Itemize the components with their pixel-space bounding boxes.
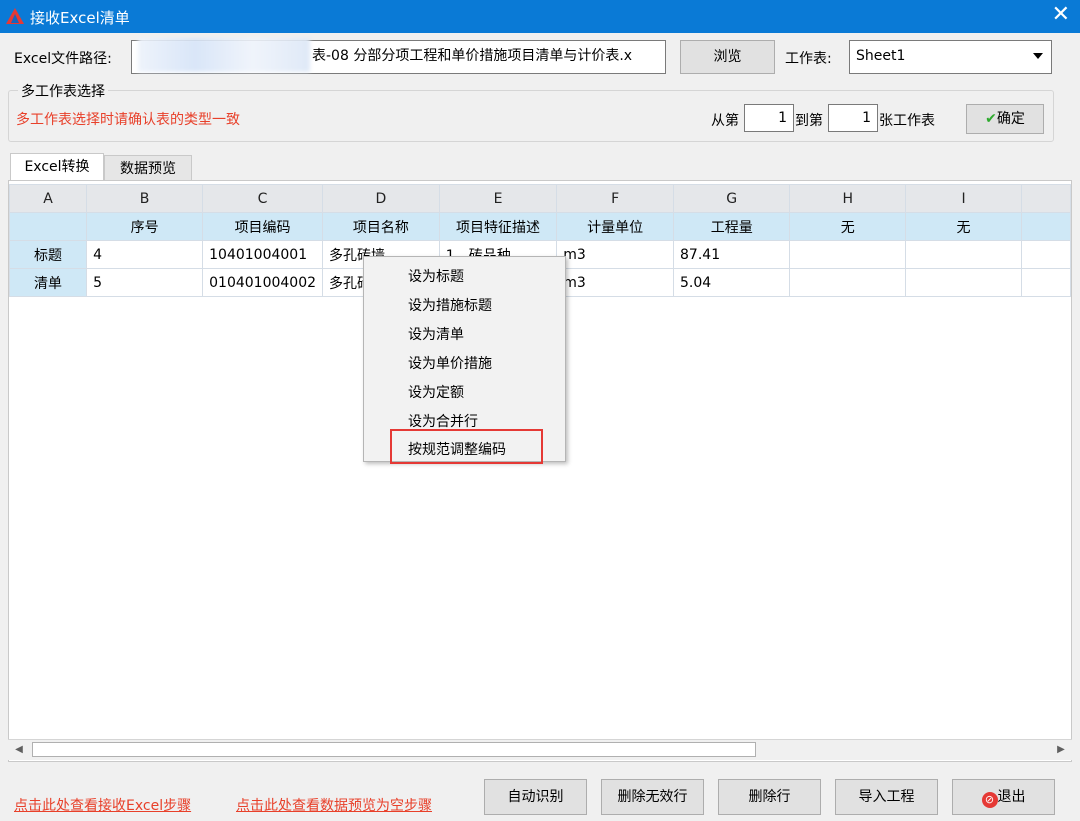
column-header[interactable]: B	[86, 184, 204, 213]
field-header-cell[interactable]: 无	[905, 212, 1022, 241]
column-header[interactable]: H	[789, 184, 907, 213]
field-header-cell[interactable]: 项目特征描述	[438, 212, 558, 241]
scroll-right-icon[interactable]: ▶	[1054, 743, 1068, 757]
checkmark-icon: ✔	[985, 111, 997, 127]
title-bar: 接收Excel清单 ✕	[0, 0, 1080, 33]
column-letter-row: A B C D E F G H I	[8, 184, 1072, 213]
table-cell[interactable]: 5.04	[673, 268, 791, 297]
column-header[interactable]: I	[905, 184, 1022, 213]
sheet-selected-value: Sheet1	[856, 48, 906, 64]
column-header[interactable]: C	[202, 184, 324, 213]
field-header-cell[interactable]: 序号	[86, 212, 204, 241]
table-cell[interactable]: 10401004001	[202, 240, 324, 269]
table-cell[interactable]: 87.41	[673, 240, 791, 269]
menu-item-set-quota[interactable]: 设为定额	[408, 382, 464, 402]
window-title: 接收Excel清单	[30, 9, 130, 27]
to-sheet-input[interactable]: 1	[828, 104, 878, 132]
scrollbar-thumb[interactable]	[32, 742, 756, 757]
horizontal-scrollbar[interactable]: ◀ ▶	[8, 739, 1072, 760]
tab-excel-convert[interactable]: Excel转换	[10, 153, 104, 181]
menu-item-set-unit-measure[interactable]: 设为单价措施	[408, 353, 492, 373]
from-sheet-input[interactable]: 1	[744, 104, 794, 132]
column-header[interactable]: F	[556, 184, 675, 213]
browse-button[interactable]: 浏览	[680, 40, 775, 74]
path-label: Excel文件路径:	[14, 51, 112, 67]
column-header[interactable]: D	[322, 184, 440, 213]
excel-steps-link[interactable]: 点击此处查看接收Excel步骤	[14, 795, 191, 815]
path-value: 表-08 分部分项工程和单价措施项目清单与计价表.x	[312, 48, 633, 64]
field-header-cell[interactable]: 工程量	[673, 212, 791, 241]
column-header	[1020, 184, 1072, 213]
column-header[interactable]: E	[438, 184, 558, 213]
app-logo-icon	[6, 8, 24, 24]
delete-row-button[interactable]: 删除行	[718, 779, 821, 815]
table-cell	[1020, 268, 1072, 297]
table-cell[interactable]: m3	[556, 240, 675, 269]
close-icon[interactable]: ✕	[1052, 4, 1070, 26]
row-type-cell[interactable]: 清单	[8, 268, 88, 297]
auto-detect-button[interactable]: 自动识别	[484, 779, 587, 815]
table-cell[interactable]	[905, 268, 1022, 297]
row-type-cell[interactable]: 标题	[8, 240, 88, 269]
menu-item-set-measure-title[interactable]: 设为措施标题	[408, 295, 492, 315]
field-header-cell[interactable]: 项目名称	[322, 212, 440, 241]
table-cell[interactable]: 010401004002	[202, 268, 324, 297]
multi-sheet-legend: 多工作表选择	[18, 81, 108, 101]
sheet-select[interactable]: Sheet1	[849, 40, 1052, 74]
import-project-button[interactable]: 导入工程	[835, 779, 938, 815]
exit-button[interactable]: ⊘ 退出	[952, 779, 1055, 815]
chevron-down-icon	[1033, 53, 1043, 59]
table-cell[interactable]	[789, 240, 907, 269]
field-header-cell[interactable]: 计量单位	[556, 212, 675, 241]
field-header-row: 序号 项目编码 项目名称 项目特征描述 计量单位 工程量 无 无	[8, 212, 1072, 241]
exit-label: 退出	[997, 789, 1026, 805]
highlight-box	[390, 429, 543, 464]
scroll-left-icon[interactable]: ◀	[12, 743, 26, 757]
table-cell[interactable]: 5	[86, 268, 204, 297]
to-label: 到第	[795, 113, 823, 129]
tab-data-preview[interactable]: 数据预览	[104, 155, 192, 181]
table-cell[interactable]: m3	[556, 268, 675, 297]
sheet-label: 工作表:	[785, 51, 832, 67]
redacted-blur	[138, 38, 310, 72]
table-cell[interactable]	[789, 268, 907, 297]
table-cell[interactable]	[905, 240, 1022, 269]
table-cell[interactable]: 4	[86, 240, 204, 269]
confirm-label: 确定	[996, 111, 1025, 127]
menu-item-set-list[interactable]: 设为清单	[408, 324, 464, 344]
sheet-suffix-label: 张工作表	[879, 113, 935, 129]
column-header[interactable]: G	[673, 184, 791, 213]
column-header[interactable]: A	[8, 184, 88, 213]
field-header-cell	[1020, 212, 1072, 241]
field-header-corner	[8, 212, 88, 241]
delete-invalid-rows-button[interactable]: 删除无效行	[601, 779, 704, 815]
stop-icon: ⊘	[981, 792, 998, 808]
multi-sheet-warning: 多工作表选择时请确认表的类型一致	[16, 112, 240, 128]
field-header-cell[interactable]: 项目编码	[202, 212, 324, 241]
confirm-button[interactable]: ✔确定	[966, 104, 1044, 134]
menu-item-set-title[interactable]: 设为标题	[408, 266, 464, 286]
menu-item-set-merge-row[interactable]: 设为合并行	[408, 411, 478, 431]
from-label: 从第	[711, 113, 739, 129]
field-header-cell[interactable]: 无	[789, 212, 907, 241]
empty-preview-link[interactable]: 点击此处查看数据预览为空步骤	[236, 795, 432, 815]
table-cell	[1020, 240, 1072, 269]
